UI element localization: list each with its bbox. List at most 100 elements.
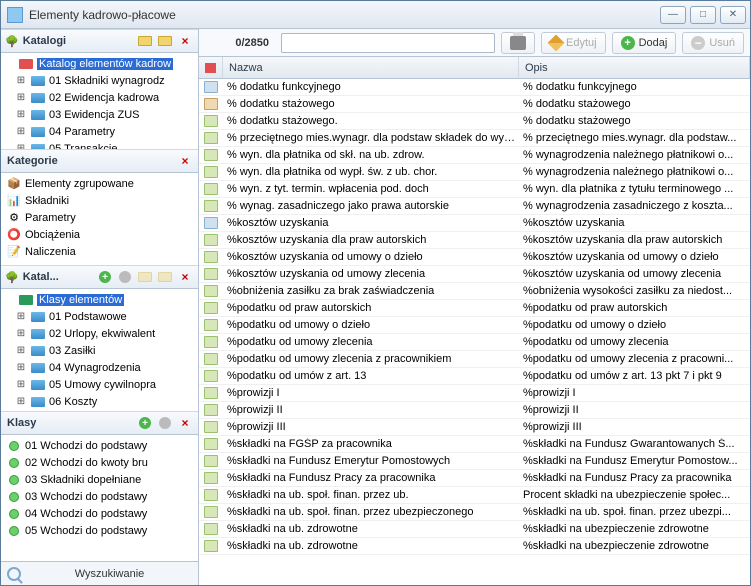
- tree-root-katal2[interactable]: Klasy elementów: [1, 291, 198, 308]
- table-row[interactable]: % dodatku stażowego % dodatku stażowego: [199, 96, 750, 113]
- row-icon: [204, 217, 218, 229]
- table-row[interactable]: %składki na ub. zdrowotne %składki na ub…: [199, 521, 750, 538]
- tree-item[interactable]: 01 Wchodzi do podstawy: [1, 437, 198, 454]
- table-row[interactable]: %prowizji III %prowizji III: [199, 419, 750, 436]
- panel-header-katal2: 🌳 Katal... + ×: [1, 265, 198, 289]
- panel-title-klasy: Klasy: [5, 417, 134, 429]
- cell-desc: %podatku od umowy o dzieło: [519, 319, 750, 331]
- minimize-button[interactable]: —: [660, 6, 686, 24]
- panel-close-kategorie[interactable]: ×: [176, 152, 194, 170]
- close-button[interactable]: ✕: [720, 6, 746, 24]
- cell-desc: %kosztów uzyskania od umowy o dzieło: [519, 251, 750, 263]
- table-row[interactable]: % wyn. dla płatnika od wypł. św. z ub. c…: [199, 164, 750, 181]
- sidebar: 🌳 Katalogi × Katalog elementów kadrow ⊞0…: [1, 29, 199, 585]
- table-row[interactable]: % wyn. dla płatnika od skł. na ub. zdrow…: [199, 147, 750, 164]
- tree-item[interactable]: ⊞05 Umowy cywilnopra: [1, 376, 198, 393]
- panel-body-katal2[interactable]: Klasy elementów ⊞01 Podstawowe ⊞02 Urlop…: [1, 289, 198, 411]
- table-row[interactable]: % przeciętnego mies.wynagr. dla podstaw …: [199, 130, 750, 147]
- add-record-button[interactable]: +Dodaj: [612, 32, 677, 54]
- table-row[interactable]: %składki na FGŚP za pracownika %składki …: [199, 436, 750, 453]
- cell-name: % dodatku stażowego: [223, 98, 519, 110]
- panel-body-klasy[interactable]: 01 Wchodzi do podstawy 02 Wchodzi do kwo…: [1, 435, 198, 561]
- table-row[interactable]: %składki na ub. zdrowotne %składki na ub…: [199, 538, 750, 555]
- table-row[interactable]: % dodatku funkcyjnego % dodatku funkcyjn…: [199, 79, 750, 96]
- table-row[interactable]: %podatku od umowy zlecenia %podatku od u…: [199, 334, 750, 351]
- tree-item[interactable]: 05 Wchodzi do podstawy: [1, 522, 198, 539]
- tree-item[interactable]: 02 Wchodzi do kwoty bru: [1, 454, 198, 471]
- tree-item[interactable]: ⊞01 Składniki wynagrodz: [1, 72, 198, 89]
- search-row[interactable]: Wyszukiwanie: [1, 561, 198, 585]
- folder-button[interactable]: [156, 32, 174, 50]
- add-klasy-button[interactable]: +: [136, 414, 154, 432]
- table-row[interactable]: %podatku od umowy zlecenia z pracownikie…: [199, 351, 750, 368]
- table-row[interactable]: %prowizji I %prowizji I: [199, 385, 750, 402]
- grid-body[interactable]: % dodatku funkcyjnego % dodatku funkcyjn…: [199, 79, 750, 585]
- table-row[interactable]: %składki na Fundusz Emerytur Pomostowych…: [199, 453, 750, 470]
- table-row[interactable]: %obniżenia zasiłku za brak zaświadczenia…: [199, 283, 750, 300]
- table-row[interactable]: % wynag. zasadniczego jako prawa autorsk…: [199, 198, 750, 215]
- panel-close-katalogi[interactable]: ×: [176, 32, 194, 50]
- tree-item[interactable]: ⊞02 Urlopy, ekwiwalent: [1, 325, 198, 342]
- table-row[interactable]: %kosztów uzyskania dla praw autorskich %…: [199, 232, 750, 249]
- cell-desc: %prowizji I: [519, 387, 750, 399]
- panel-close-katal2[interactable]: ×: [176, 268, 194, 286]
- tree-item[interactable]: ⊞04 Parametry: [1, 123, 198, 140]
- table-row[interactable]: %składki na Fundusz Pracy za pracownika …: [199, 470, 750, 487]
- table-row[interactable]: %podatku od praw autorskich %podatku od …: [199, 300, 750, 317]
- tree-item[interactable]: ⊞05 Transakcje: [1, 140, 198, 149]
- tree-item[interactable]: 03 Wchodzi do podstawy: [1, 488, 198, 505]
- grid-col-name[interactable]: Nazwa: [223, 57, 519, 78]
- tree-item[interactable]: ⊞03 Zasiłki: [1, 342, 198, 359]
- table-row[interactable]: %kosztów uzyskania %kosztów uzyskania: [199, 215, 750, 232]
- panel-close-klasy[interactable]: ×: [176, 414, 194, 432]
- row-icon: [204, 336, 218, 348]
- tree-item[interactable]: ⊞04 Wynagrodzenia: [1, 359, 198, 376]
- row-icon: [204, 251, 218, 263]
- remove-klasy-button[interactable]: [156, 414, 174, 432]
- panel-body-katalogi[interactable]: Katalog elementów kadrow ⊞01 Składniki w…: [1, 53, 198, 149]
- grid-col-desc[interactable]: Opis: [519, 57, 750, 78]
- table-row[interactable]: % dodatku stażowego. % dodatku stażowego: [199, 113, 750, 130]
- titlebar: Elementy kadrowo-płacowe — □ ✕: [1, 1, 750, 29]
- panel-body-kategorie[interactable]: 📦Elementy zgrupowane 📊Składniki ⚙Paramet…: [1, 173, 198, 265]
- tree-item[interactable]: ⊞03 Ewidencja ZUS: [1, 106, 198, 123]
- tree-item[interactable]: ⊞02 Ewidencja kadrowa: [1, 89, 198, 106]
- cell-name: %podatku od umowy zlecenia z pracownikie…: [223, 353, 519, 365]
- tree-item[interactable]: 03 Składniki dopełniane: [1, 471, 198, 488]
- row-icon: [204, 200, 218, 212]
- table-row[interactable]: %kosztów uzyskania od umowy o dzieło %ko…: [199, 249, 750, 266]
- tree-root-katalogi[interactable]: Katalog elementów kadrow: [1, 55, 198, 72]
- table-row[interactable]: %kosztów uzyskania od umowy zlecenia %ko…: [199, 266, 750, 283]
- tree-item[interactable]: 📦Elementy zgrupowane: [1, 175, 198, 192]
- cell-desc: Procent składki na ubezpieczenie społec.…: [519, 489, 750, 501]
- edit-button[interactable]: Edytuj: [541, 32, 606, 54]
- print-button[interactable]: [501, 32, 535, 54]
- table-row[interactable]: %podatku od umów z art. 13 %podatku od u…: [199, 368, 750, 385]
- add-button[interactable]: +: [96, 268, 114, 286]
- search-input[interactable]: [281, 33, 495, 53]
- tree-item[interactable]: 📝Naliczenia: [1, 243, 198, 260]
- row-icon: [204, 98, 218, 110]
- maximize-button[interactable]: □: [690, 6, 716, 24]
- cell-desc: %obniżenia wysokości zasiłku za niedost.…: [519, 285, 750, 297]
- table-row[interactable]: %prowizji II %prowizji II: [199, 402, 750, 419]
- delete-record-button[interactable]: −Usuń: [682, 32, 744, 54]
- tree-item[interactable]: ⊞06 Koszty: [1, 393, 198, 410]
- table-row[interactable]: %składki na ub. społ. finan. przez ubezp…: [199, 504, 750, 521]
- cell-name: %składki na ub. zdrowotne: [223, 540, 519, 552]
- folder-button-2[interactable]: [136, 268, 154, 286]
- tree-item[interactable]: 04 Wchodzi do podstawy: [1, 505, 198, 522]
- folder-button-3[interactable]: [156, 268, 174, 286]
- remove-button[interactable]: [116, 268, 134, 286]
- grid-col-icon[interactable]: [199, 57, 223, 78]
- table-row[interactable]: %podatku od umowy o dzieło %podatku od u…: [199, 317, 750, 334]
- tree-item[interactable]: ⚙Parametry: [1, 209, 198, 226]
- row-icon: [204, 302, 218, 314]
- tree-item[interactable]: 📊Składniki: [1, 192, 198, 209]
- tree-item[interactable]: ⊞01 Podstawowe: [1, 308, 198, 325]
- tree-item[interactable]: ⭕Obciążenia: [1, 226, 198, 243]
- table-row[interactable]: %składki na ub. społ. finan. przez ub. P…: [199, 487, 750, 504]
- cell-name: % wynag. zasadniczego jako prawa autorsk…: [223, 200, 519, 212]
- table-row[interactable]: % wyn. z tyt. termin. wpłacenia pod. doc…: [199, 181, 750, 198]
- folder-open-button[interactable]: [136, 32, 154, 50]
